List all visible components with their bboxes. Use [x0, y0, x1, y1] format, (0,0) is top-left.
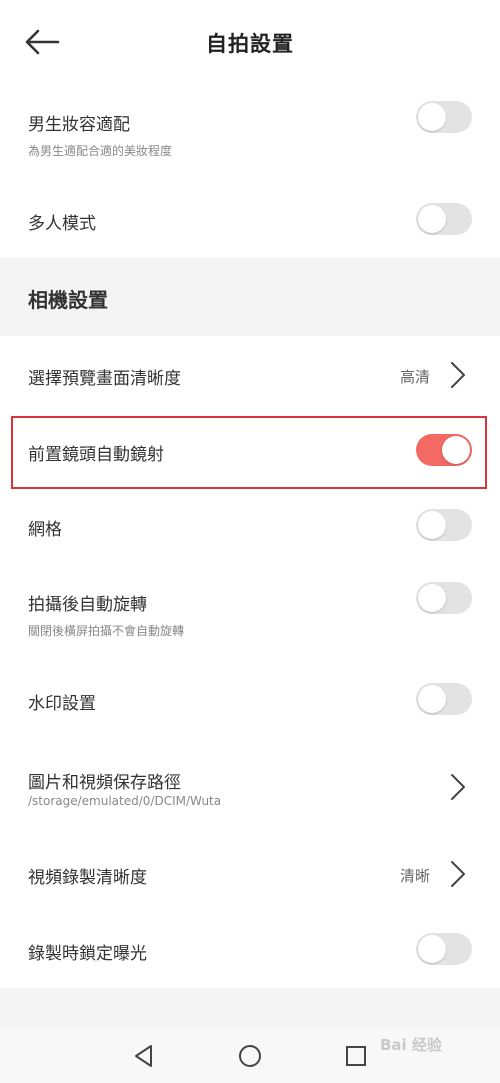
row-label: 錄製時鎖定曝光 — [28, 944, 147, 964]
row-label: 水印設置 — [28, 694, 96, 714]
row-preview-clarity[interactable]: 選擇預覽畫面清晰度 高清 — [0, 336, 500, 414]
row-video-clarity[interactable]: 視頻錄製清晰度 清晰 — [0, 836, 500, 913]
multi-person-toggle[interactable] — [416, 203, 472, 235]
row-label: 拍攝後自動旋轉 — [28, 595, 147, 615]
row-label: 網格 — [28, 520, 62, 540]
row-grid: 網格 — [0, 489, 500, 565]
toggle-knob — [418, 205, 446, 233]
row-multi-person: 多人模式 — [0, 181, 500, 258]
row-label: 男生妝容適配 — [28, 115, 130, 135]
nav-back-icon[interactable] — [130, 1042, 158, 1070]
row-label: 多人模式 — [28, 214, 96, 234]
nav-home-icon[interactable] — [236, 1042, 264, 1070]
toggle-knob — [418, 511, 446, 539]
chevron-right-icon — [451, 861, 465, 887]
toggle-knob — [418, 584, 446, 612]
toggle-knob — [418, 103, 446, 131]
row-auto-rotate: 拍攝後自動旋轉 關閉後橫屏拍攝不會自動旋轉 — [0, 564, 500, 663]
lock-exposure-toggle[interactable] — [416, 933, 472, 965]
male-makeup-toggle[interactable] — [416, 101, 472, 133]
baidu-watermark: Bai 经验 — [380, 1036, 442, 1054]
chevron-right-icon — [451, 774, 465, 800]
row-save-path[interactable]: 圖片和視頻保存路徑 /storage/emulated/0/DCIM/Wuta — [0, 738, 500, 837]
row-subtitle: /storage/emulated/0/DCIM/Wuta — [28, 794, 222, 808]
row-lock-exposure: 錄製時鎖定曝光 — [0, 912, 500, 989]
row-label: 選擇預覽畫面清晰度 — [28, 369, 181, 389]
auto-rotate-toggle[interactable] — [416, 582, 472, 614]
grid-toggle[interactable] — [416, 509, 472, 541]
row-subtitle: 為男生適配合適的美妝程度 — [28, 144, 173, 158]
watermark-toggle[interactable] — [416, 683, 472, 715]
row-label: 圖片和視頻保存路徑 — [28, 773, 181, 793]
highlight-box — [11, 416, 487, 489]
toggle-knob — [418, 685, 446, 713]
row-value: 高清 — [399, 368, 430, 386]
row-value: 清晰 — [399, 867, 430, 885]
page-title: 自拍設置 — [206, 32, 294, 56]
nav-recents-icon[interactable] — [342, 1042, 370, 1070]
section-title: 相機設置 — [28, 288, 108, 312]
app-header: 自拍設置 — [0, 0, 500, 83]
toggle-knob — [418, 935, 446, 963]
section-camera-settings: 相機設置 — [0, 258, 500, 337]
row-watermark: 水印設置 — [0, 662, 500, 739]
row-male-makeup: 男生妝容適配 為男生適配合適的美妝程度 — [0, 82, 500, 182]
row-label: 視頻錄製清晰度 — [28, 868, 147, 888]
row-subtitle: 關閉後橫屏拍攝不會自動旋轉 — [28, 624, 185, 638]
chevron-right-icon — [451, 362, 465, 388]
bottom-spacer — [0, 988, 500, 1028]
